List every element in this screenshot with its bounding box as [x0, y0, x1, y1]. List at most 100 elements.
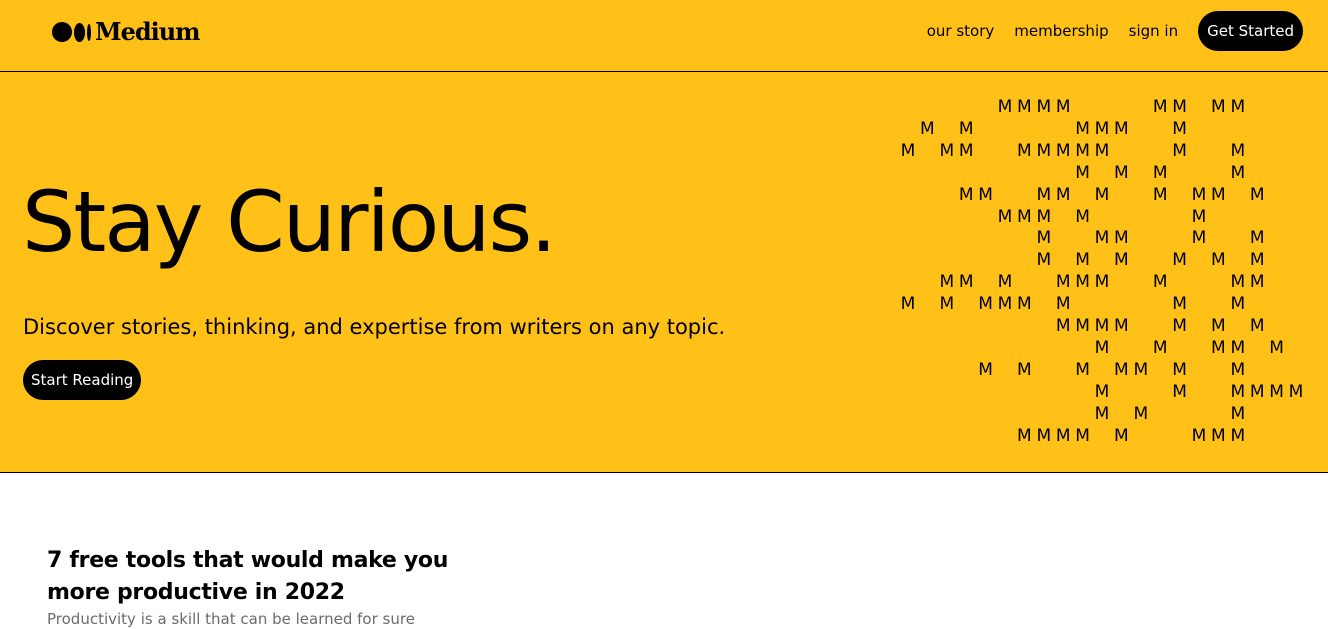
decorative-m-glyph: M — [1017, 97, 1032, 117]
nav-link-our-story[interactable]: our story — [927, 22, 995, 40]
decorative-m-glyph: M — [1017, 206, 1032, 227]
decorative-m-glyph: M — [1172, 250, 1187, 271]
decorative-m-glyph: M — [1172, 140, 1187, 161]
decorative-m-glyph: M — [1075, 250, 1090, 271]
decorative-m-glyph: M — [1094, 337, 1110, 358]
decorative-m-glyph: M — [1269, 337, 1284, 358]
nav-link-membership[interactable]: membership — [1014, 22, 1108, 40]
decorative-m-glyph: M — [1114, 359, 1129, 380]
decorative-m-glyph: M — [1249, 184, 1265, 205]
decorative-m-glyph: M — [1230, 403, 1246, 424]
decorative-m-glyph: M — [997, 206, 1013, 227]
decorative-m-glyph: M — [1114, 316, 1129, 336]
decorative-m-glyph: M — [997, 272, 1013, 293]
decorative-m-glyph: M — [1152, 162, 1168, 183]
decorative-m-glyph: M — [1288, 381, 1304, 402]
decorative-m-glyph: M — [1094, 403, 1110, 424]
decorative-m-glyph: M — [997, 97, 1013, 117]
decorative-m-glyph: M — [939, 294, 955, 315]
decorative-m-glyph: M — [1191, 228, 1207, 249]
decorative-m-glyph: M — [1055, 184, 1071, 205]
decorative-m-glyph: M — [1075, 118, 1090, 139]
decorative-m-glyph: M — [1094, 316, 1110, 336]
decorative-m-glyph: M — [1055, 97, 1071, 117]
decorative-m-glyph: M — [1191, 184, 1207, 205]
decorative-m-glyph: M — [1172, 381, 1187, 402]
decorative-m-glyph: M — [1017, 359, 1032, 380]
decorative-m-glyph: M — [920, 118, 935, 139]
decorative-m-glyph: M — [1094, 184, 1110, 205]
decorative-m-glyph: M — [1230, 425, 1246, 446]
decorative-m-glyph: M — [1211, 97, 1226, 117]
decorative-m-glyph: M — [1075, 140, 1090, 161]
article-card[interactable]: 7 free tools that would make you more pr… — [47, 545, 517, 629]
decorative-m-glyph: M — [1017, 140, 1032, 161]
hero-banner: Stay Curious. Discover stories, thinking… — [0, 72, 1328, 473]
get-started-button[interactable]: Get Started — [1198, 11, 1303, 51]
decorative-m-glyph: M — [958, 272, 974, 293]
decorative-m-glyph: M — [958, 140, 974, 161]
decorative-m-glyph: M — [1017, 425, 1032, 446]
decorative-m-glyph: M — [1152, 272, 1168, 293]
decorative-m-glyph: M — [1230, 140, 1246, 161]
decorative-m-glyph: M — [1055, 294, 1071, 315]
article-subtitle: Productivity is a skill that can be lear… — [47, 610, 415, 628]
decorative-m-glyph: M — [1230, 272, 1246, 293]
decorative-m-glyph: M — [1211, 316, 1226, 336]
decorative-m-glyph: M — [1211, 337, 1226, 358]
decorative-m-glyph: M — [1055, 140, 1071, 161]
decorative-m-glyph: M — [900, 140, 916, 161]
decorative-m-pattern: MMMMMMMMMMMMMMMMMMMMMMMMMMMMMMMMMMMMMMMM… — [0, 72, 1328, 472]
decorative-m-glyph: M — [1230, 337, 1246, 358]
decorative-m-glyph: M — [1172, 118, 1187, 139]
decorative-m-glyph: M — [1230, 359, 1246, 380]
decorative-m-glyph: M — [1191, 425, 1207, 446]
decorative-m-glyph: M — [1152, 184, 1168, 205]
decorative-m-glyph: M — [1152, 337, 1168, 358]
decorative-m-glyph: M — [1094, 272, 1110, 293]
decorative-m-glyph: M — [1075, 425, 1090, 446]
decorative-m-glyph: M — [1075, 206, 1090, 227]
decorative-m-glyph: M — [1075, 359, 1090, 380]
nav-links: our story membership sign in Get Started — [927, 11, 1303, 51]
medium-logo[interactable]: Medium — [52, 18, 201, 46]
decorative-m-glyph: M — [1211, 250, 1226, 271]
decorative-m-glyph: M — [1249, 272, 1265, 293]
decorative-m-glyph: M — [1114, 425, 1129, 446]
decorative-m-glyph: M — [1249, 381, 1265, 402]
decorative-m-glyph: M — [1191, 206, 1207, 227]
decorative-m-glyph: M — [1249, 250, 1265, 271]
decorative-m-glyph: M — [958, 118, 974, 139]
decorative-m-glyph: M — [1094, 118, 1110, 139]
decorative-m-glyph: M — [978, 184, 993, 205]
decorative-m-glyph: M — [1094, 140, 1110, 161]
decorative-m-glyph: M — [1036, 184, 1052, 205]
decorative-m-glyph: M — [1230, 97, 1246, 117]
decorative-m-glyph: M — [1152, 97, 1168, 117]
decorative-m-glyph: M — [1133, 359, 1149, 380]
decorative-m-glyph: M — [1172, 316, 1187, 336]
decorative-m-glyph: M — [1249, 228, 1265, 249]
decorative-m-glyph: M — [1075, 272, 1090, 293]
decorative-m-glyph: M — [1172, 294, 1187, 315]
decorative-m-glyph: M — [1114, 118, 1129, 139]
decorative-m-glyph: M — [958, 184, 974, 205]
decorative-m-glyph: M — [1055, 272, 1071, 293]
decorative-m-glyph: M — [1114, 228, 1129, 249]
top-navigation-bar: Medium our story membership sign in Get … — [0, 0, 1328, 72]
decorative-m-glyph: M — [1133, 403, 1149, 424]
decorative-m-glyph: M — [1172, 359, 1187, 380]
decorative-m-glyph: M — [1036, 97, 1052, 117]
nav-link-sign-in[interactable]: sign in — [1129, 22, 1178, 40]
decorative-m-glyph: M — [1211, 184, 1226, 205]
article-title[interactable]: 7 free tools that would make you more pr… — [47, 545, 517, 609]
decorative-m-glyph: M — [1230, 381, 1246, 402]
decorative-m-glyph: M — [1036, 140, 1052, 161]
decorative-m-glyph: M — [900, 294, 916, 315]
decorative-m-glyph: M — [1172, 97, 1187, 117]
decorative-m-glyph: M — [1036, 250, 1052, 271]
decorative-m-glyph: M — [1094, 228, 1110, 249]
decorative-m-glyph: M — [1036, 206, 1052, 227]
decorative-m-glyph: M — [1269, 381, 1284, 402]
decorative-m-glyph: M — [1055, 316, 1071, 336]
